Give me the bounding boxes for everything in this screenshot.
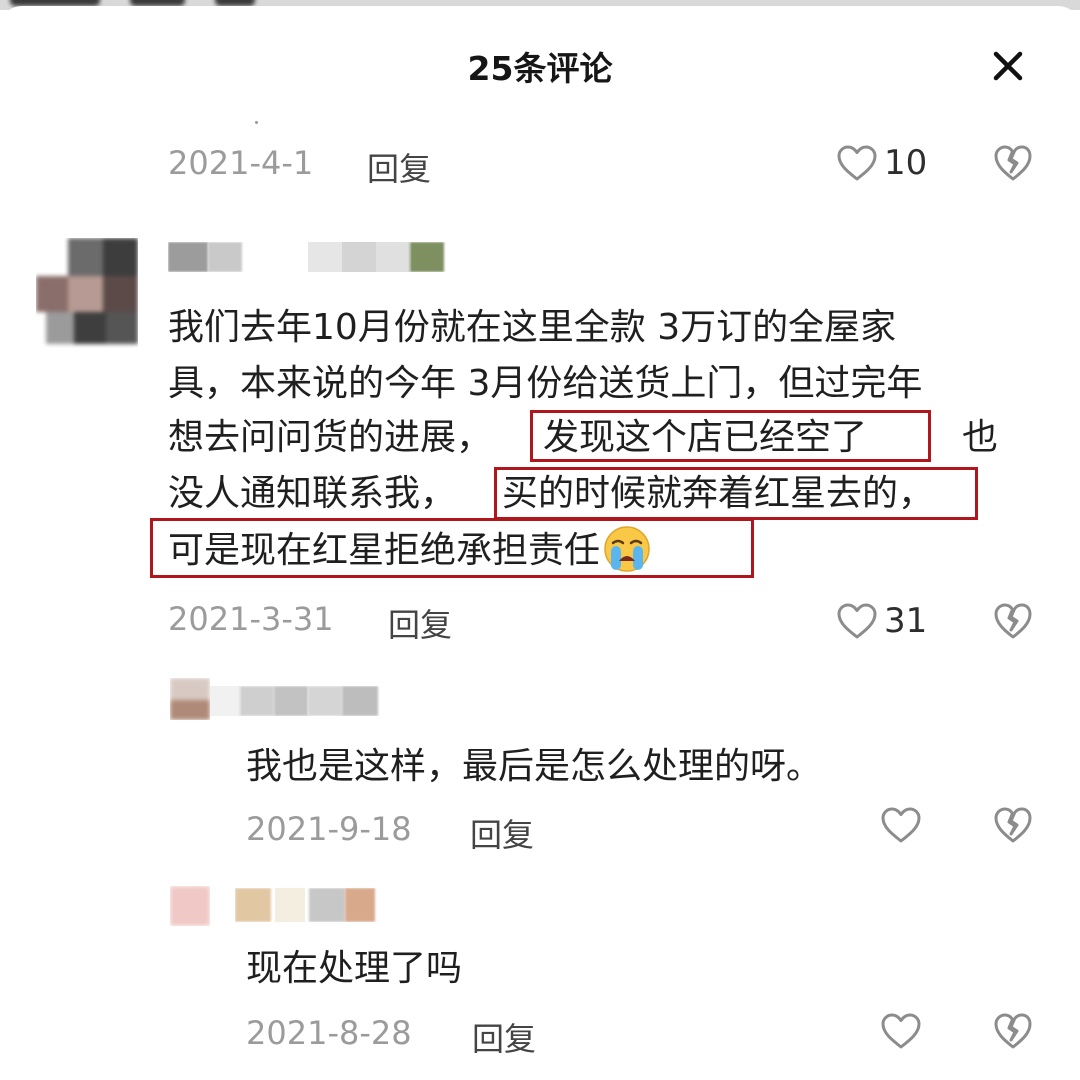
username-redacted[interactable] [210,686,380,716]
broken-heart-icon [994,807,1032,843]
avatar[interactable] [36,238,138,348]
comment-date: 2021-3-31 [168,600,334,638]
username-redacted[interactable] [168,242,448,272]
reply-button[interactable]: 回复 [472,1014,536,1060]
decorative-dot [255,121,258,124]
like-count: 10 [884,143,928,183]
comment-text-line: 也 [962,417,999,458]
comment-text-line: 我们去年10月份就在这里全款 3万订的全屋家 [168,307,897,348]
broken-heart-icon [994,145,1032,181]
highlight-box [530,410,931,462]
highlight-box [494,467,978,520]
reply-button[interactable]: 回复 [388,600,452,646]
comment-text-line: 具，本来说的今年 3月份给送货上门，但过完年 [168,363,923,404]
dislike-button[interactable] [993,602,1033,640]
like-button[interactable]: 10 [836,143,927,183]
reply-text: 现在处理了吗 [246,948,463,989]
avatar[interactable] [170,886,210,926]
heart-outline-icon [837,603,877,639]
reply-text: 我也是这样，最后是怎么处理的呀。 [246,746,823,787]
close-icon[interactable] [988,46,1028,86]
reply-button[interactable]: 回复 [367,144,431,190]
comment-date: 2021-8-28 [246,1014,412,1052]
avatar[interactable] [170,678,210,720]
like-button[interactable] [880,806,922,844]
broken-heart-icon [994,603,1032,639]
like-count: 31 [884,601,928,641]
reply-button[interactable]: 回复 [470,810,534,856]
comment-date: 2021-9-18 [246,810,412,848]
like-button[interactable]: 31 [836,601,927,641]
dislike-button[interactable] [993,806,1033,844]
broken-heart-icon [994,1013,1032,1049]
comments-sheet-screen: 25条评论 2021-4-1 回复 10 我们去年10月份就在这里全款 3万订的… [0,0,1080,1080]
dislike-button[interactable] [993,144,1033,182]
comment-text-line: 想去问问货的进展， [168,417,493,458]
highlight-box [150,518,754,578]
heart-outline-icon [881,807,921,843]
heart-outline-icon [881,1013,921,1049]
comment-date: 2021-4-1 [168,144,314,182]
like-button[interactable] [880,1012,922,1050]
comment-text-line: 没人通知联系我， [168,473,457,514]
comment-count-title: 25条评论 [467,49,613,88]
heart-outline-icon [837,145,877,181]
username-redacted[interactable] [235,888,435,922]
dislike-button[interactable] [993,1012,1033,1050]
